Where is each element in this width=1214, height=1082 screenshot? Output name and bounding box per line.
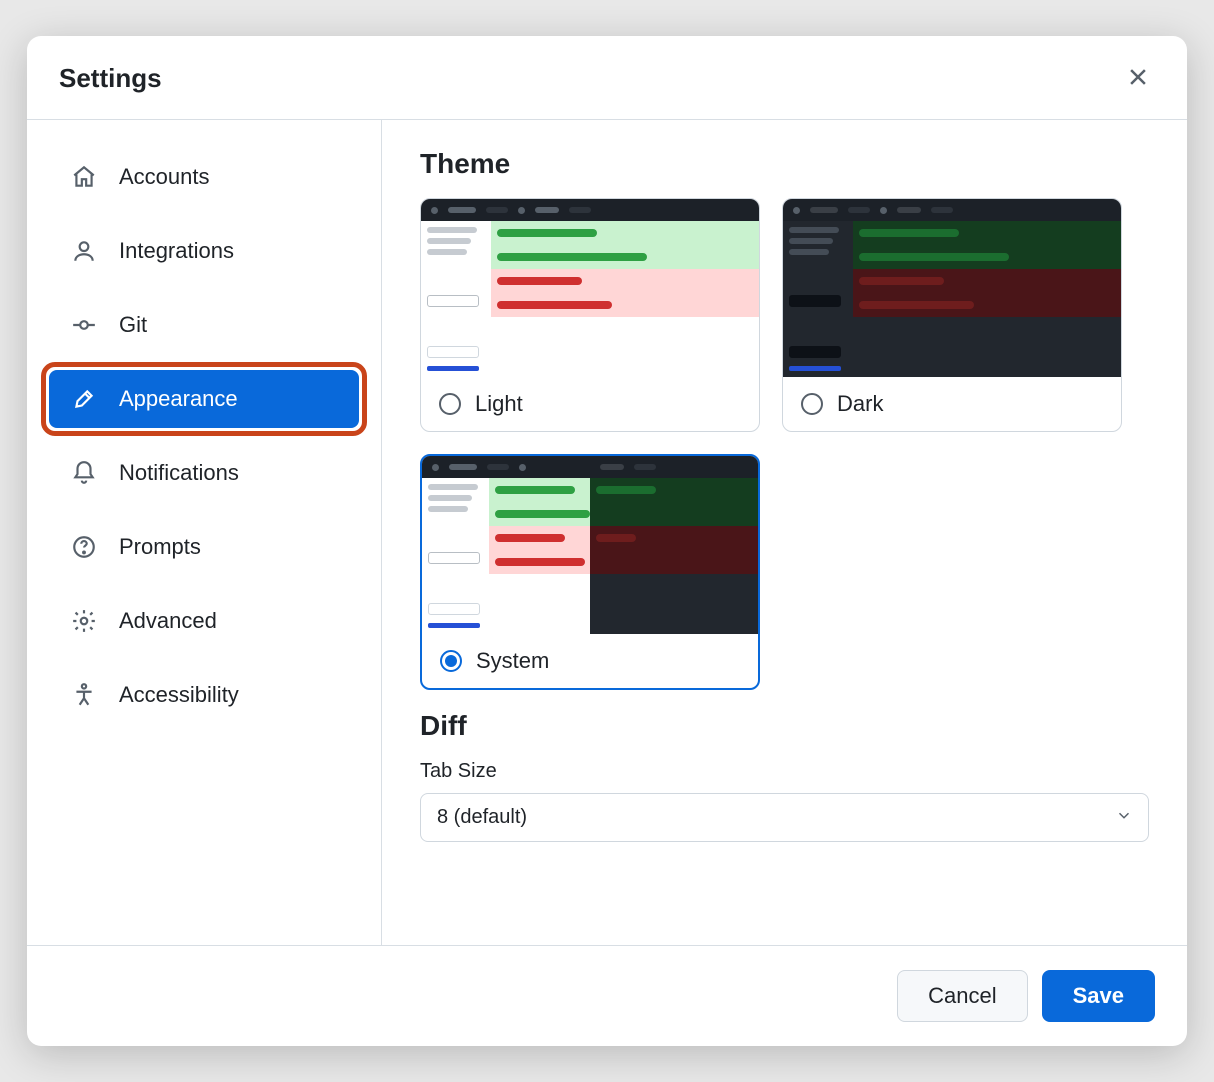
settings-modal: Settings Accounts Integrations [27,36,1187,1046]
theme-option-dark[interactable]: Dark [782,198,1122,432]
theme-options: Light [420,198,1149,690]
close-icon [1127,66,1149,91]
theme-label: Dark [837,391,883,417]
sidebar-item-accounts[interactable]: Accounts [49,148,359,206]
theme-preview-dark [783,199,1121,377]
theme-option-light[interactable]: Light [420,198,760,432]
modal-header: Settings [27,36,1187,120]
paintbrush-icon [71,386,97,412]
settings-sidebar: Accounts Integrations Git Appearanc [27,120,382,945]
radio-icon [439,393,461,415]
sidebar-item-label: Integrations [119,238,234,264]
sidebar-item-label: Accounts [119,164,210,190]
radio-icon [440,650,462,672]
sidebar-item-label: Notifications [119,460,239,486]
person-icon [71,238,97,264]
sidebar-item-label: Appearance [119,386,238,412]
gear-icon [71,608,97,634]
sidebar-item-label: Advanced [119,608,217,634]
sidebar-item-integrations[interactable]: Integrations [49,222,359,280]
theme-option-system[interactable]: System [420,454,760,690]
git-commit-icon [71,312,97,338]
modal-title: Settings [59,63,162,94]
modal-body: Accounts Integrations Git Appearanc [27,120,1187,945]
theme-heading: Theme [420,148,1149,180]
sidebar-item-label: Prompts [119,534,201,560]
diff-heading: Diff [420,710,1149,742]
sidebar-item-label: Git [119,312,147,338]
home-icon [71,164,97,190]
close-button[interactable] [1121,60,1155,97]
modal-footer: Cancel Save [27,945,1187,1046]
sidebar-item-prompts[interactable]: Prompts [49,518,359,576]
tab-size-select[interactable]: 8 (default) [420,793,1149,842]
settings-content: Theme [382,120,1187,945]
sidebar-item-advanced[interactable]: Advanced [49,592,359,650]
sidebar-item-git[interactable]: Git [49,296,359,354]
bell-icon [71,460,97,486]
theme-preview-system [422,456,758,634]
question-circle-icon [71,534,97,560]
radio-icon [801,393,823,415]
save-button[interactable]: Save [1042,970,1155,1022]
sidebar-item-notifications[interactable]: Notifications [49,444,359,502]
tab-size-label: Tab Size [420,760,1149,783]
cancel-button[interactable]: Cancel [897,970,1027,1022]
sidebar-item-accessibility[interactable]: Accessibility [49,666,359,724]
theme-preview-light [421,199,759,377]
theme-label: Light [475,391,523,417]
tab-size-select-wrap: 8 (default) [420,793,1149,842]
accessibility-icon [71,682,97,708]
sidebar-item-appearance[interactable]: Appearance [49,370,359,428]
theme-label: System [476,648,549,674]
sidebar-item-label: Accessibility [119,682,239,708]
